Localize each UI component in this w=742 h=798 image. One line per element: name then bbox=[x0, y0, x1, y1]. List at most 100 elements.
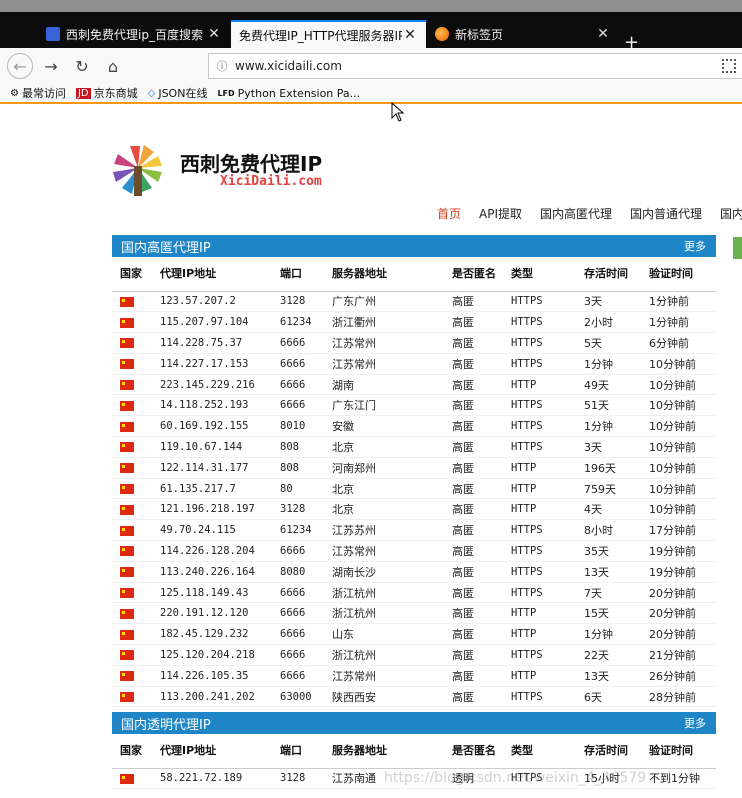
table-row: 114.226.105.35 6666 江苏常州 高匿 HTTP 13天 26分钟前 bbox=[112, 665, 716, 687]
address-bar[interactable]: ⓘ www.xicidaili.com bbox=[208, 53, 742, 79]
type-cell: HTTPS bbox=[503, 686, 576, 708]
china-flag-icon bbox=[120, 692, 134, 703]
column-header: 是否匿名 bbox=[444, 734, 503, 769]
table-row: 60.169.192.155 8010 安徽 高匿 HTTPS 1分钟 10分钟前 bbox=[112, 415, 716, 438]
type-cell: HTTPS bbox=[503, 353, 576, 375]
column-header: 国家 bbox=[112, 734, 152, 769]
more-link[interactable]: 更多 bbox=[684, 715, 706, 731]
verified-cell: 1分钟前 bbox=[641, 291, 716, 313]
ip-cell: 121.196.218.197 bbox=[152, 498, 272, 521]
location-cell: 北京 bbox=[324, 436, 444, 458]
type-cell: HTTPS bbox=[503, 415, 576, 438]
uptime-cell: 13天 bbox=[576, 665, 641, 687]
type-cell: HTTPS bbox=[503, 291, 576, 313]
anonymity-cell: 高匿 bbox=[444, 623, 503, 646]
location-cell: 江苏常州 bbox=[324, 332, 444, 354]
location-cell: 山东 bbox=[324, 623, 444, 646]
country-cell bbox=[112, 519, 152, 542]
type-cell: HTTPS bbox=[503, 582, 576, 604]
country-cell bbox=[112, 394, 152, 417]
uptime-cell: 3天 bbox=[576, 436, 641, 458]
nav-normal[interactable]: 国内普通代理 bbox=[630, 205, 702, 222]
verified-cell: 10分钟前 bbox=[641, 374, 716, 396]
anonymity-cell: 高匿 bbox=[444, 291, 503, 313]
location-cell: 浙江衢州 bbox=[324, 311, 444, 334]
reload-button[interactable]: ↻ bbox=[69, 53, 95, 79]
close-icon[interactable]: ✕ bbox=[402, 27, 418, 43]
location-cell: 江苏常州 bbox=[324, 353, 444, 375]
nav-high-anon[interactable]: 国内高匿代理 bbox=[540, 205, 612, 222]
column-header: 类型 bbox=[503, 257, 576, 292]
location-cell: 江苏常州 bbox=[324, 540, 444, 562]
location-cell: 安徽 bbox=[324, 415, 444, 438]
bookmark-label: JSON在线 bbox=[158, 87, 208, 100]
table-row: 114.228.75.37 6666 江苏常州 高匿 HTTPS 5天 6分钟前 bbox=[112, 332, 716, 354]
location-cell: 湖南 bbox=[324, 374, 444, 396]
table-row: 114.226.128.204 6666 江苏常州 高匿 HTTPS 35天 19分钟前 bbox=[112, 540, 716, 562]
section-transparent: 国内透明代理IP 更多 国家 代理IP地址 端口 服务器地址 是否匿名 类型 存活时间 验证时… bbox=[112, 712, 716, 790]
ip-cell: 182.45.129.232 bbox=[152, 623, 272, 646]
country-cell bbox=[112, 602, 152, 625]
table-row: 58.221.72.189 3128 江苏南通 透明 HTTPS 15小时 不到1分钟 bbox=[112, 768, 716, 790]
type-cell: HTTPS bbox=[503, 311, 576, 334]
qr-code-icon[interactable] bbox=[722, 59, 736, 73]
close-icon[interactable]: ✕ bbox=[595, 26, 611, 42]
port-cell: 3128 bbox=[272, 291, 324, 313]
anonymity-cell: 高匿 bbox=[444, 457, 503, 479]
country-cell bbox=[112, 768, 152, 790]
china-flag-icon bbox=[120, 671, 134, 682]
anonymity-cell: 高匿 bbox=[444, 519, 503, 542]
type-cell: HTTPS bbox=[503, 768, 576, 790]
uptime-cell: 759天 bbox=[576, 478, 641, 500]
china-flag-icon bbox=[120, 773, 134, 784]
bookmark-json[interactable]: ◇ JSON在线 bbox=[148, 85, 208, 101]
port-cell: 6666 bbox=[272, 582, 324, 604]
country-cell bbox=[112, 415, 152, 438]
close-icon[interactable]: ✕ bbox=[206, 26, 222, 42]
home-button[interactable]: ⌂ bbox=[100, 53, 126, 79]
back-button[interactable]: ← bbox=[7, 53, 33, 79]
verified-cell: 1分钟前 bbox=[641, 311, 716, 334]
tab-xicidaili[interactable]: 免费代理IP_HTTP代理服务器IP_隐 ✕ bbox=[231, 20, 426, 48]
china-flag-icon bbox=[120, 463, 134, 474]
type-cell: HTTP bbox=[503, 478, 576, 500]
country-cell bbox=[112, 311, 152, 334]
bookmark-python-ext[interactable]: LFD Python Extension Pa... bbox=[217, 87, 360, 100]
tab-baidu[interactable]: 西刺免费代理ip_百度搜索 ✕ bbox=[38, 20, 230, 48]
location-cell: 北京 bbox=[324, 498, 444, 521]
column-header: 验证时间 bbox=[641, 257, 716, 292]
tab-label: 新标签页 bbox=[455, 27, 504, 42]
verified-cell: 19分钟前 bbox=[641, 540, 716, 562]
code-icon: ◇ bbox=[147, 87, 156, 99]
port-cell: 6666 bbox=[272, 665, 324, 687]
anonymity-cell: 高匿 bbox=[444, 582, 503, 604]
column-header: 类型 bbox=[503, 734, 576, 769]
column-header: 国家 bbox=[112, 257, 152, 292]
type-cell: HTTPS bbox=[503, 540, 576, 562]
port-cell: 8080 bbox=[272, 561, 324, 583]
section-title: 国内高匿代理IP bbox=[121, 240, 211, 256]
country-cell bbox=[112, 582, 152, 604]
china-flag-icon bbox=[120, 317, 134, 328]
location-cell: 江苏南通 bbox=[324, 768, 444, 790]
forward-button[interactable]: → bbox=[38, 53, 64, 79]
nav-more[interactable]: 国内 bbox=[720, 205, 742, 222]
table-row: 113.200.241.202 63000 陕西西安 高匿 HTTPS 6天 28分钟前 bbox=[112, 686, 716, 708]
bookmark-jd[interactable]: JD 京东商城 bbox=[75, 85, 138, 101]
nav-api[interactable]: API提取 bbox=[479, 205, 522, 222]
uptime-cell: 15天 bbox=[576, 602, 641, 625]
bookmark-most-visited[interactable]: ⚙ 最常访问 bbox=[10, 85, 66, 101]
ip-cell: 58.221.72.189 bbox=[152, 768, 272, 790]
column-header: 是否匿名 bbox=[444, 257, 503, 292]
info-icon[interactable]: ⓘ bbox=[209, 58, 235, 74]
title-strip bbox=[0, 0, 742, 12]
nav-home[interactable]: 首页 bbox=[437, 205, 461, 222]
country-cell bbox=[112, 291, 152, 313]
china-flag-icon bbox=[120, 400, 134, 411]
mouse-cursor-icon bbox=[391, 102, 405, 122]
ip-cell: 122.114.31.177 bbox=[152, 457, 272, 479]
tab-newtab[interactable]: 新标签页 ✕ bbox=[427, 20, 619, 48]
verified-cell: 19分钟前 bbox=[641, 561, 716, 583]
home-icon: ⌂ bbox=[107, 56, 119, 76]
more-link[interactable]: 更多 bbox=[684, 238, 706, 254]
